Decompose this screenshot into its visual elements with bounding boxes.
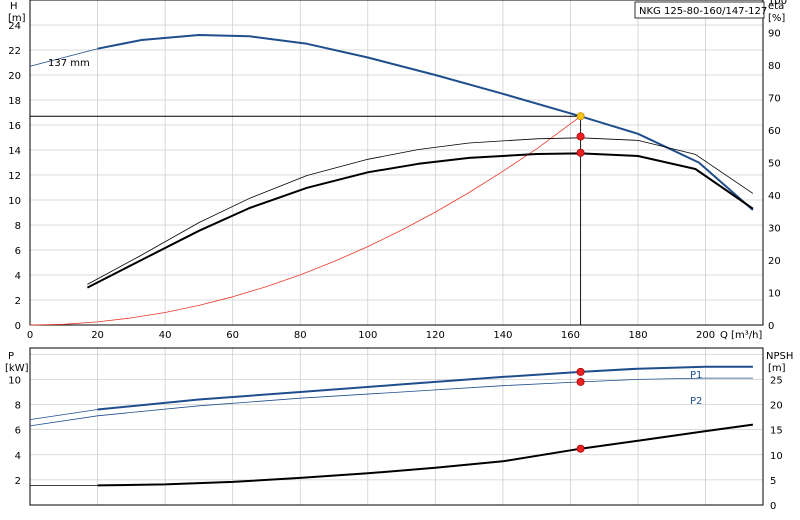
series-line <box>29 115 581 326</box>
x-tick-label: 160 <box>561 330 580 341</box>
bottom-left-axis-label: P <box>8 351 14 362</box>
p-tick-label: 2 <box>15 476 21 487</box>
top-left-axis-unit: [m] <box>8 13 26 24</box>
top-right-axis-unit: [%] <box>768 13 785 24</box>
h-tick-label: 0 <box>15 321 21 332</box>
h-tick-label: 18 <box>8 96 21 107</box>
bottom-chart-markers <box>576 367 585 453</box>
h-tick-label: 20 <box>8 71 21 82</box>
p-tick-label: 8 <box>15 401 21 412</box>
h-tick-label: 10 <box>8 196 21 207</box>
model-label: NKG 125-80-160/147-127 <box>639 6 767 17</box>
npsh-tick-label: 25 <box>770 375 783 386</box>
h-tick-label: 12 <box>8 171 21 182</box>
eta-tick-label: 40 <box>768 191 781 202</box>
top-chart-markers <box>30 112 585 325</box>
bottom-chart-grid <box>29 347 764 506</box>
bottom-left-axis-unit: [kW] <box>5 363 29 374</box>
p-tick-label: 4 <box>15 451 21 462</box>
pump-curve-chart: 0 20 40 60 80 100 120 140 160 180 2000246810121416… <box>5 0 793 512</box>
h-tick-label: 2 <box>15 296 21 307</box>
p-tick-label: 6 <box>15 426 21 437</box>
npsh-tick-label: 0 <box>770 501 776 512</box>
eta-tick-label: 60 <box>768 126 781 137</box>
h-tick-label: 16 <box>8 121 21 132</box>
eta-tick-label: 10 <box>768 289 781 300</box>
eta-tick-label: 20 <box>768 256 781 267</box>
top-left-axis-label: H <box>10 1 18 12</box>
series-line <box>97 34 754 211</box>
eta-tick-label: 70 <box>768 94 781 105</box>
x-tick-label: 120 <box>426 330 445 341</box>
series-line <box>97 365 753 411</box>
eta-tick-label: 90 <box>768 29 781 40</box>
bottom-plot-frame <box>29 347 764 506</box>
x-tick-label: 200 <box>696 330 715 341</box>
x-tick-label: 180 <box>628 330 647 341</box>
npsh-tick-label: 5 <box>770 476 776 487</box>
operating-point-marker <box>576 112 585 121</box>
bottom-right-axis-label: NPSH <box>766 351 793 362</box>
x-tick-label: 100 <box>358 330 377 341</box>
npsh-tick-label: 20 <box>770 401 783 412</box>
p2-label: P2 <box>690 396 702 407</box>
npsh-tick-label: 10 <box>770 451 783 462</box>
h-tick-label: 22 <box>8 46 21 57</box>
top-chart-grid <box>29 0 764 326</box>
eta-tick-label: 0 <box>768 321 774 332</box>
eta-tick-label: 80 <box>768 61 781 72</box>
x-tick-label: 0 <box>27 330 33 341</box>
x-axis-label: Q [m³/h] <box>720 330 762 341</box>
p1-label: P1 <box>690 370 702 381</box>
x-tick-label: 20 <box>91 330 104 341</box>
p-tick-label: 10 <box>8 375 21 386</box>
operating-point-marker <box>576 148 585 157</box>
operating-point-marker <box>576 377 585 386</box>
eta-tick-label: 50 <box>768 159 781 170</box>
operating-point-marker <box>576 444 585 453</box>
operating-point-marker <box>576 132 585 141</box>
bottom-right-axis-unit: [m] <box>768 363 786 374</box>
pump-curve-stage: 0 20 40 60 80 100 120 140 160 180 200 0 2 4 6 8 10 12 14 16… <box>0 0 800 520</box>
top-plot-frame <box>29 0 764 326</box>
bottom-chart-series <box>29 365 754 487</box>
x-tick-label: 60 <box>226 330 239 341</box>
series-line <box>29 409 98 420</box>
h-tick-label: 6 <box>15 246 21 257</box>
x-tick-label: 80 <box>294 330 307 341</box>
eta-tick-label: 30 <box>768 224 781 235</box>
top-right-axis-label: eta <box>768 1 784 12</box>
x-tick-label: 140 <box>493 330 512 341</box>
bottom-chart-tick-labels: 2 4 6 8 10 0 5 10 15 20 25 <box>8 375 782 512</box>
operating-point-marker <box>576 367 585 376</box>
h-tick-label: 4 <box>15 271 21 282</box>
x-tick-label: 40 <box>159 330 172 341</box>
h-tick-label: 8 <box>15 221 21 232</box>
top-chart-tick-labels: 0 20 40 60 80 100 120 140 160 180 2000246810121416… <box>8 0 787 341</box>
h-tick-label: 14 <box>8 146 21 157</box>
top-chart-series <box>29 34 754 326</box>
impeller-diameter-label: 137 mm <box>48 58 90 69</box>
npsh-tick-label: 15 <box>770 426 783 437</box>
